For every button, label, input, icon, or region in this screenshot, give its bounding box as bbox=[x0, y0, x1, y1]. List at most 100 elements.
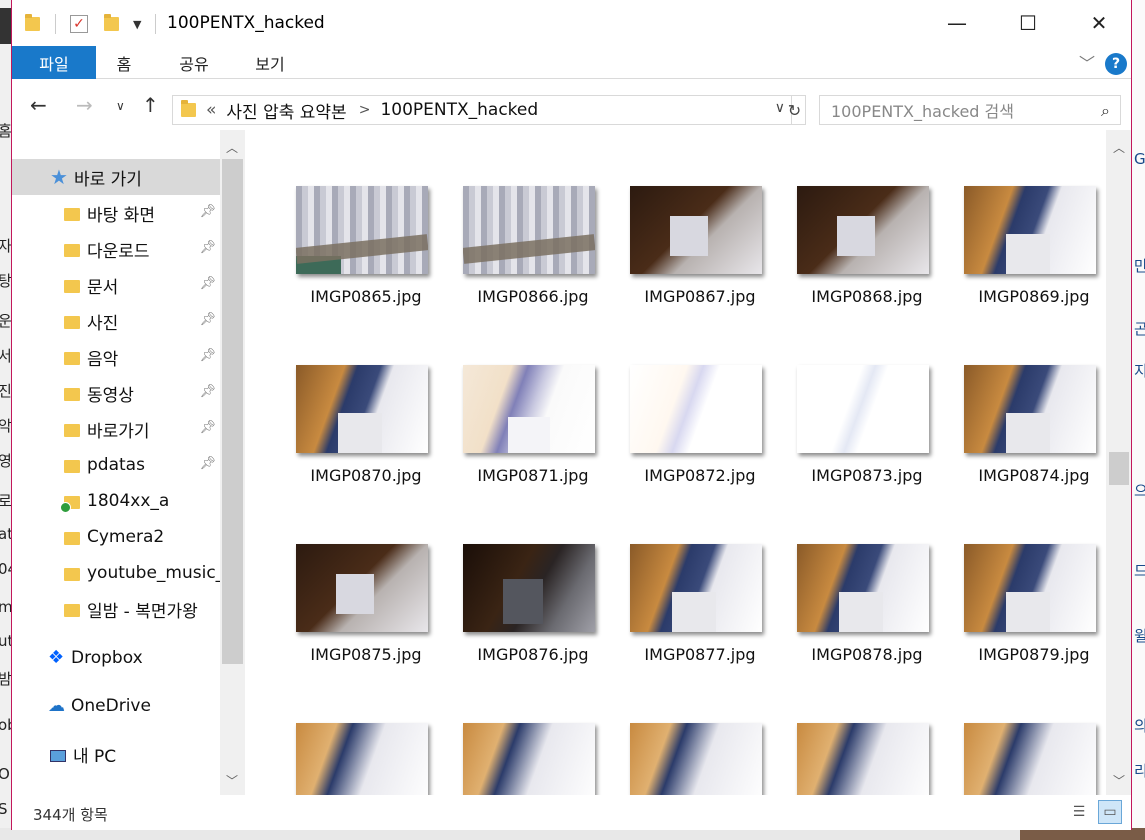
file-item[interactable]: IMGP0877.jpg bbox=[615, 544, 765, 684]
content-scroll-thumb[interactable] bbox=[1109, 452, 1129, 485]
file-thumbnail[interactable] bbox=[630, 186, 762, 274]
pin-icon[interactable]: 📌︎ bbox=[199, 276, 216, 291]
file-thumbnail[interactable] bbox=[964, 544, 1096, 632]
file-thumbnail[interactable] bbox=[296, 365, 428, 453]
pin-icon[interactable]: 📌︎ bbox=[199, 456, 216, 471]
breadcrumb-separator-icon[interactable]: > bbox=[359, 102, 371, 118]
file-item[interactable]: IMGP0875.jpg bbox=[281, 544, 431, 684]
file-item[interactable] bbox=[448, 723, 598, 795]
nav-item-downloads[interactable]: 다운로드 📌︎ bbox=[12, 231, 220, 267]
breadcrumb-parent[interactable]: 사진 압축 요약본 bbox=[226, 98, 346, 123]
file-item[interactable]: IMGP0876.jpg bbox=[448, 544, 598, 684]
nav-dropbox[interactable]: ❖ Dropbox bbox=[12, 640, 220, 676]
file-thumbnail[interactable] bbox=[463, 723, 595, 795]
file-item[interactable]: IMGP0868.jpg bbox=[782, 186, 932, 326]
details-view-icon[interactable]: ☰ bbox=[1067, 800, 1091, 824]
scroll-up-icon[interactable]: ︿ bbox=[1113, 139, 1125, 156]
properties-check-icon[interactable]: ✓ bbox=[70, 12, 88, 36]
file-item[interactable]: IMGP0873.jpg bbox=[782, 365, 932, 505]
file-item[interactable] bbox=[782, 723, 932, 795]
pin-icon[interactable]: 📌︎ bbox=[199, 240, 216, 255]
nav-onedrive[interactable]: ☁ OneDrive bbox=[12, 688, 220, 724]
nav-item-ilbam[interactable]: 일밤 - 복면가왕 bbox=[12, 591, 220, 627]
file-thumbnail[interactable] bbox=[463, 365, 595, 453]
nav-item-music[interactable]: 음악 📌︎ bbox=[12, 339, 220, 375]
tab-home[interactable]: 홈 bbox=[102, 46, 146, 79]
scroll-down-icon[interactable]: ﹀ bbox=[226, 772, 238, 789]
file-item[interactable]: IMGP0874.jpg bbox=[949, 365, 1099, 505]
back-arrow-icon[interactable]: ← bbox=[30, 93, 47, 117]
file-item[interactable]: IMGP0870.jpg bbox=[281, 365, 431, 505]
file-thumbnail[interactable] bbox=[296, 723, 428, 795]
file-thumbnail[interactable] bbox=[797, 186, 929, 274]
maximize-button[interactable]: ☐ bbox=[993, 0, 1063, 46]
expand-ribbon-icon[interactable]: ﹀ bbox=[1079, 50, 1095, 74]
nav-item-shortcuts[interactable]: 바로가기 📌︎ bbox=[12, 411, 220, 447]
address-bar[interactable]: « 사진 압축 요약본 > 100PENTX_hacked ∨ bbox=[172, 95, 792, 125]
tab-view[interactable]: 보기 bbox=[244, 46, 296, 79]
nav-this-pc[interactable]: 내 PC bbox=[12, 736, 220, 772]
nav-scroll-thumb[interactable] bbox=[222, 159, 243, 664]
file-thumbnail[interactable] bbox=[296, 186, 428, 274]
recent-locations-chevron-icon[interactable]: ∨ bbox=[116, 99, 125, 113]
nav-item-pdatas[interactable]: pdatas 📌︎ bbox=[12, 447, 220, 483]
file-item[interactable] bbox=[949, 723, 1099, 795]
search-icon[interactable]: ⌕ bbox=[1101, 101, 1110, 121]
forward-arrow-icon[interactable]: → bbox=[76, 93, 93, 117]
customize-quick-access-icon[interactable]: ▼ bbox=[133, 12, 141, 36]
nav-item-pictures[interactable]: 사진 📌︎ bbox=[12, 303, 220, 339]
nav-item-cymera2[interactable]: Cymera2 bbox=[12, 519, 220, 555]
file-thumbnail[interactable] bbox=[797, 544, 929, 632]
nav-scrollbar[interactable]: ︿ ﹀ bbox=[220, 130, 245, 795]
nav-item-youtube-music[interactable]: youtube_music_ bbox=[12, 555, 220, 591]
nav-item-videos[interactable]: 동영상 📌︎ bbox=[12, 375, 220, 411]
content-scrollbar[interactable]: ︿ ﹀ bbox=[1106, 130, 1131, 795]
nav-item-desktop[interactable]: 바탕 화면 📌︎ bbox=[12, 195, 220, 231]
search-input[interactable]: 100PENTX_hacked 검색 ⌕ bbox=[819, 95, 1121, 125]
file-item[interactable]: IMGP0865.jpg bbox=[281, 186, 431, 326]
file-thumbnail[interactable] bbox=[630, 723, 762, 795]
file-thumbnail[interactable] bbox=[463, 544, 595, 632]
file-thumbnail[interactable] bbox=[797, 365, 929, 453]
tab-file[interactable]: 파일 bbox=[12, 46, 96, 79]
file-item[interactable]: IMGP0869.jpg bbox=[949, 186, 1099, 326]
file-item[interactable]: IMGP0866.jpg bbox=[448, 186, 598, 326]
large-icons-view-icon[interactable]: ▭ bbox=[1098, 800, 1122, 824]
new-folder-icon[interactable] bbox=[104, 12, 119, 36]
up-arrow-icon[interactable]: ↑ bbox=[142, 93, 159, 117]
file-item[interactable]: IMGP0879.jpg bbox=[949, 544, 1099, 684]
file-thumbnail[interactable] bbox=[463, 186, 595, 274]
help-icon[interactable]: ? bbox=[1105, 53, 1127, 75]
file-item[interactable]: IMGP0878.jpg bbox=[782, 544, 932, 684]
navigation-pane: ★ 바로 가기 바탕 화면 📌︎ 다운로드 📌︎ 문서 📌︎ 사진 📌︎ 음악 … bbox=[12, 130, 246, 795]
file-item[interactable]: IMGP0872.jpg bbox=[615, 365, 765, 505]
minimize-button[interactable]: — bbox=[922, 0, 992, 46]
file-thumbnail[interactable] bbox=[797, 723, 929, 795]
file-name: IMGP0865.jpg bbox=[310, 287, 422, 306]
file-thumbnail[interactable] bbox=[296, 544, 428, 632]
refresh-icon[interactable]: ↻ bbox=[784, 95, 806, 125]
pin-icon[interactable]: 📌︎ bbox=[199, 348, 216, 363]
file-item[interactable]: IMGP0867.jpg bbox=[615, 186, 765, 326]
file-item[interactable] bbox=[615, 723, 765, 795]
nav-quick-access[interactable]: ★ 바로 가기 bbox=[12, 159, 220, 195]
address-overflow[interactable]: « bbox=[206, 100, 216, 120]
nav-item-1804xx-a[interactable]: 1804xx_a bbox=[12, 483, 220, 519]
breadcrumb-current[interactable]: 100PENTX_hacked bbox=[380, 100, 538, 120]
file-item[interactable]: IMGP0871.jpg bbox=[448, 365, 598, 505]
pin-icon[interactable]: 📌︎ bbox=[199, 312, 216, 327]
file-thumbnail[interactable] bbox=[964, 723, 1096, 795]
file-thumbnail[interactable] bbox=[964, 365, 1096, 453]
file-thumbnail[interactable] bbox=[964, 186, 1096, 274]
pin-icon[interactable]: 📌︎ bbox=[199, 384, 216, 399]
file-thumbnail[interactable] bbox=[630, 365, 762, 453]
file-item[interactable] bbox=[281, 723, 431, 795]
nav-item-documents[interactable]: 문서 📌︎ bbox=[12, 267, 220, 303]
tab-share[interactable]: 공유 bbox=[166, 46, 222, 79]
pin-icon[interactable]: 📌︎ bbox=[199, 420, 216, 435]
scroll-up-icon[interactable]: ︿ bbox=[226, 139, 238, 156]
close-button[interactable]: ✕ bbox=[1064, 0, 1134, 46]
file-thumbnail[interactable] bbox=[630, 544, 762, 632]
pin-icon[interactable]: 📌︎ bbox=[199, 204, 216, 219]
scroll-down-icon[interactable]: ﹀ bbox=[1113, 772, 1125, 789]
